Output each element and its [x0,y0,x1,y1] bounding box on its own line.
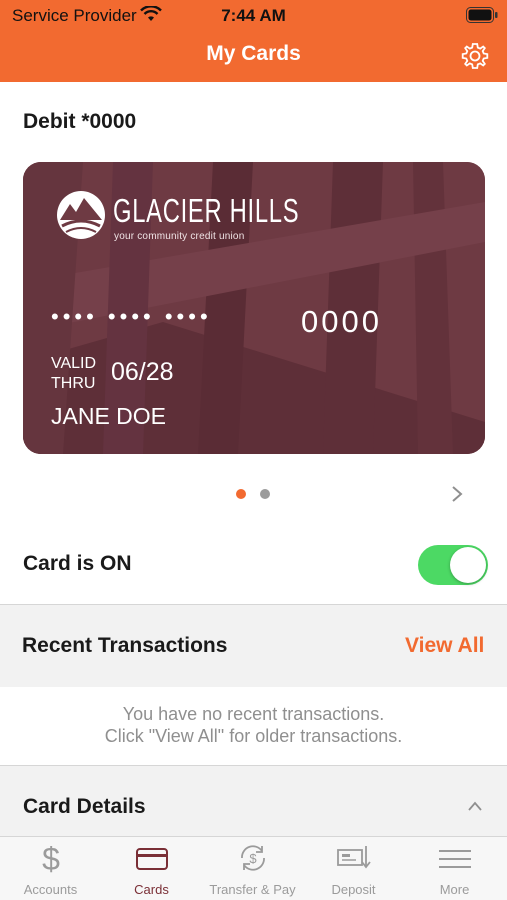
recent-transactions-title: Recent Transactions [22,634,228,657]
tab-transfer-pay[interactable]: $ Transfer & Pay [202,836,303,900]
tab-label: Accounts [23,882,78,897]
battery-icon [466,7,498,23]
dollar-icon: $ [42,842,60,874]
card-details-title: Card Details [23,795,146,818]
transfer-icon: $ [241,845,265,871]
debit-card[interactable]: GLACIER HILLS your community credit unio… [23,162,485,454]
card-brand-name: GLACIER HILLS [113,192,300,229]
valid-thru-label: VALID THRU [51,355,97,392]
card-number-masked: •••• •••• •••• [51,304,212,329]
menu-icon [439,850,471,868]
card-on-toggle[interactable] [418,545,488,585]
deposit-icon [337,846,371,869]
page-title: My Cards [206,42,301,65]
tab-label: Cards [134,882,169,897]
gear-icon[interactable] [460,41,490,71]
status-time: 7:44 AM [221,6,286,25]
tab-label: Deposit [331,882,376,897]
chevron-right-icon[interactable] [450,485,464,503]
cardholder-name: JANE DOE [51,403,167,429]
tab-deposit[interactable]: Deposit [303,836,404,900]
svg-text:$: $ [249,851,257,866]
card-icon [136,848,168,870]
svg-text:$: $ [42,842,60,874]
nav-header: Service Provider 7:44 AM My Cards [0,0,507,82]
pager-dot[interactable] [260,489,270,499]
card-brand-tagline: your community credit union [114,231,245,242]
chevron-up-icon[interactable] [467,800,483,812]
toggle-knob [450,547,486,583]
empty-state-text: You have no recent transactions. [122,704,385,724]
card-number-last4: 0000 [301,304,382,339]
empty-state-hint: Click "View All" for older transactions. [104,726,403,746]
card-expiry: 06/28 [111,358,174,386]
card-title: Debit *0000 [23,110,137,133]
glacier-hills-logo [57,191,105,239]
card-status-label: Card is ON [23,552,132,575]
tab-cards[interactable]: Cards [101,836,202,900]
tab-label: More [439,882,470,897]
view-all-link[interactable]: View All [405,634,484,658]
tab-label: Transfer & Pay [209,882,296,897]
tab-accounts[interactable]: $ Accounts [0,836,101,900]
status-bar: Service Provider 7:44 AM [0,0,507,30]
pager-dot-active[interactable] [236,489,246,499]
tab-more[interactable]: More [404,836,505,900]
